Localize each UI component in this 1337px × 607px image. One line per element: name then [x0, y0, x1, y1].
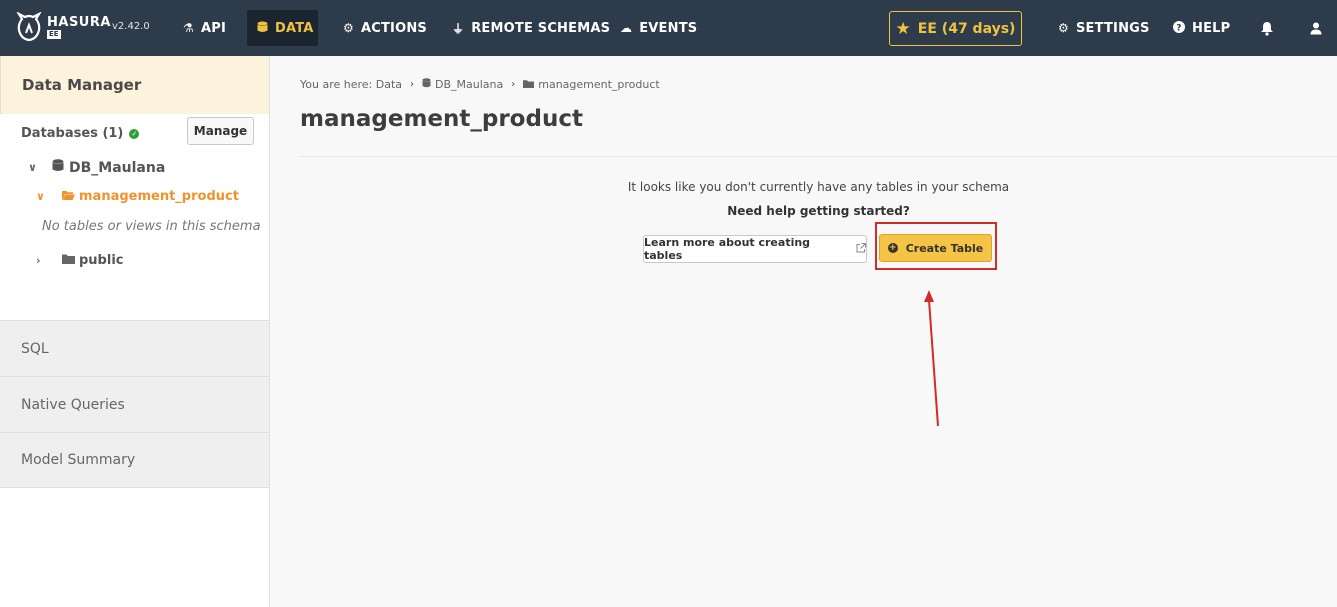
data-manager-header[interactable]: Data Manager — [0, 56, 269, 114]
nav-actions-label: ACTIONS — [360, 20, 427, 36]
ee-trial-button[interactable]: ★ EE (47 days) — [889, 11, 1022, 46]
chevron-down-icon: ∨ — [28, 161, 37, 174]
chevron-right-icon: › — [511, 79, 516, 90]
breadcrumb: You are here: Data › DB_Maulana › manage… — [300, 78, 660, 91]
folder-open-icon — [62, 189, 75, 204]
chevron-right-icon: › — [36, 254, 41, 267]
breadcrumb-database[interactable]: DB_Maulana — [435, 78, 503, 91]
nav-api[interactable]: ⚗ API — [173, 10, 236, 46]
nav-help[interactable]: ? HELP — [1163, 10, 1240, 46]
database-icon — [422, 78, 431, 91]
bell-icon — [1261, 21, 1273, 36]
nav-events-label: EVENTS — [639, 20, 698, 36]
chevron-right-icon: › — [410, 79, 414, 90]
nav-api-label: API — [200, 20, 226, 36]
nav-actions[interactable]: ⚙ ACTIONS — [333, 10, 437, 46]
databases-label: Databases (1) — [21, 126, 124, 141]
chevron-down-icon: ∨ — [36, 190, 45, 203]
svg-text:?: ? — [1176, 23, 1181, 33]
nav-data[interactable]: DATA — [247, 10, 318, 46]
plug-icon: ⏚ — [452, 21, 465, 36]
active-schema-name: management_product — [79, 189, 239, 204]
title-divider — [300, 156, 1337, 157]
flask-icon: ⚗ — [183, 21, 194, 35]
external-link-icon — [856, 242, 866, 256]
empty-schema-message: It looks like you don't currently have a… — [627, 180, 1010, 194]
page-title: management_product — [300, 106, 583, 132]
manage-button[interactable]: Manage — [187, 117, 254, 145]
version-label: v2.42.0 — [112, 21, 150, 32]
nav-settings[interactable]: ⚙ SETTINGS — [1048, 10, 1160, 46]
folder-icon — [62, 253, 75, 268]
check-circle-icon: ✓ — [129, 128, 140, 139]
nav-remote-schemas[interactable]: ⏚ REMOTE SCHEMAS — [442, 10, 620, 46]
database-name: DB_Maulana — [69, 159, 166, 176]
nav-events[interactable]: ☁ EVENTS — [610, 10, 707, 46]
gear-icon: ⚙ — [1058, 21, 1069, 35]
notifications-button[interactable] — [1250, 10, 1284, 46]
empty-schema-note: No tables or views in this schema — [42, 219, 261, 234]
databases-heading: Databases (1) ✓ — [21, 126, 140, 141]
nav-data-label: DATA — [275, 20, 314, 36]
annotation-highlight-box — [875, 222, 997, 270]
sidebar-section-model-summary[interactable]: Model Summary — [0, 432, 269, 488]
public-schema-name: public — [79, 253, 124, 268]
nav-settings-label: SETTINGS — [1075, 20, 1150, 36]
database-icon — [52, 159, 64, 176]
tree-item-database[interactable]: ∨ DB_Maulana — [28, 159, 165, 176]
edition-tag: EE — [47, 30, 61, 39]
star-icon: ★ — [895, 18, 911, 39]
ee-trial-label: EE (47 days) — [917, 20, 1016, 37]
brand-name: HASURA — [47, 15, 111, 30]
sidebar-section-native-queries[interactable]: Native Queries — [0, 376, 269, 432]
sidebar: Data Manager Databases (1) ✓ Manage ∨ DB… — [0, 56, 270, 607]
nav-remote-schemas-label: REMOTE SCHEMAS — [471, 20, 611, 36]
cloud-icon: ☁ — [620, 21, 633, 35]
breadcrumb-data[interactable]: You are here: Data — [300, 78, 402, 91]
hasura-logo[interactable]: HASURA EE — [16, 12, 111, 42]
learn-more-label: Learn more about creating tables — [644, 236, 811, 262]
question-circle-icon: ? — [1173, 20, 1185, 36]
database-icon — [257, 21, 268, 36]
user-icon — [1310, 22, 1322, 34]
top-navbar: HASURA EE v2.42.0 ⚗ API DATA ⚙ ACTIONS ⏚… — [0, 0, 1337, 56]
user-menu-button[interactable] — [1300, 10, 1332, 46]
help-message: Need help getting started? — [727, 204, 910, 218]
tree-item-public-schema[interactable]: › public — [36, 253, 123, 268]
nav-help-label: HELP — [1192, 20, 1231, 36]
cogs-icon: ⚙ — [343, 21, 354, 35]
tree-item-active-schema[interactable]: ∨ management_product — [36, 189, 239, 204]
learn-more-button[interactable]: Learn more about creating tables — [643, 235, 867, 263]
breadcrumb-schema: management_product — [538, 78, 660, 91]
folder-icon — [523, 78, 535, 91]
sidebar-section-sql[interactable]: SQL — [0, 320, 269, 376]
hasura-logo-icon — [16, 12, 42, 42]
